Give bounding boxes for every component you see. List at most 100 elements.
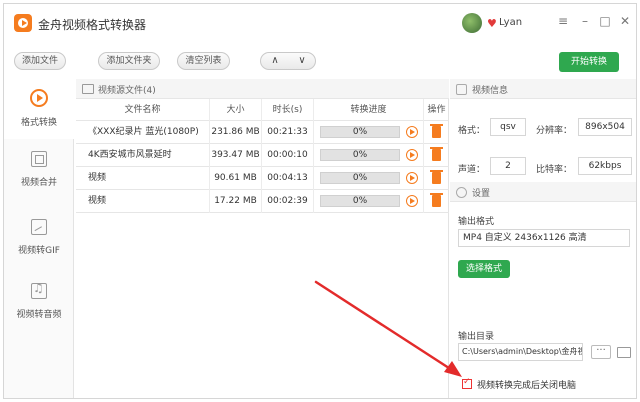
format-value: qsv: [490, 118, 526, 136]
file-list-pane: 视频源文件(4) 文件名称 大小 时长(s) 转换进度 操作 《XXX纪录片 蓝…: [76, 79, 449, 398]
column-header-actions: 操作: [427, 105, 446, 115]
delete-icon[interactable]: [430, 124, 443, 138]
table-header: 文件名称 大小 时长(s) 转换进度 操作: [76, 99, 449, 121]
sidebar-item-label: 格式转换: [20, 118, 57, 128]
output-dir-label: 输出目录: [458, 332, 495, 342]
app-window: 金舟视频格式转换器 ♥ Lyan ≡ – □ ✕ 添加文件 添加文件夹 清空列表…: [3, 3, 637, 399]
column-header-progress: 转换进度: [314, 99, 424, 121]
resolution-label: 分辨率：: [536, 126, 573, 136]
table-row[interactable]: 视频 17.22 MB 00:02:39 0%: [76, 190, 449, 213]
select-format-button[interactable]: 选择格式: [458, 260, 510, 278]
sidebar: 格式转换 视频合并 视频转GIF 视频转音频: [4, 79, 74, 398]
delete-icon[interactable]: [430, 193, 443, 207]
video-info-title: 视频信息: [472, 86, 509, 96]
format-label: 格式：: [458, 126, 486, 136]
shutdown-checkbox[interactable]: [462, 377, 472, 389]
vip-heart-icon: ♥: [487, 17, 497, 30]
table-row[interactable]: 视频 90.61 MB 00:04:13 0%: [76, 167, 449, 190]
delete-icon[interactable]: [430, 147, 443, 161]
format-convert-icon: [30, 89, 48, 107]
bitrate-label: 比特率：: [536, 165, 573, 175]
file-name: 4K西安城市风景延时: [76, 144, 210, 167]
sidebar-item-video-gif[interactable]: 视频转GIF: [4, 213, 74, 273]
settings-header: 设置: [450, 182, 636, 202]
file-list-header: 视频源文件(4): [76, 79, 449, 99]
video-gif-icon: [31, 219, 47, 235]
play-icon[interactable]: [406, 126, 418, 138]
sidebar-item-label: 视频转GIF: [18, 246, 60, 256]
file-table: 文件名称 大小 时长(s) 转换进度 操作 《XXX纪录片 蓝光(1080P) …: [76, 99, 449, 213]
progress-cell: 0%: [314, 144, 424, 167]
progress-label: 0%: [352, 196, 368, 206]
file-name: 视频: [76, 190, 210, 213]
progress-label: 0%: [352, 127, 368, 137]
file-list-title: 视频源文件(4): [98, 86, 156, 96]
sidebar-item-format-convert[interactable]: 格式转换: [4, 79, 74, 139]
video-merge-icon: [31, 151, 47, 167]
title-bar: 金舟视频格式转换器 ♥ Lyan ≡ – □ ✕: [4, 4, 636, 44]
column-header-size: 大小: [210, 99, 262, 121]
play-icon[interactable]: [406, 195, 418, 207]
output-format-field[interactable]: MP4 自定义 2436x1126 高清: [458, 229, 630, 247]
app-title: 金舟视频格式转换器: [38, 18, 147, 32]
start-convert-button[interactable]: 开始转换: [559, 52, 619, 72]
column-header-name: 文件名称: [76, 99, 210, 121]
file-duration: 00:04:13: [262, 167, 314, 190]
file-size: 17.22 MB: [210, 190, 262, 213]
output-dir-field[interactable]: C:\Users\admin\Desktop\金舟视: [458, 343, 583, 361]
toolbar: 添加文件 添加文件夹 清空列表 ∧ ∨ 开始转换: [4, 47, 636, 79]
user-avatar[interactable]: [462, 13, 482, 33]
video-info-header: 视频信息: [450, 79, 636, 99]
username[interactable]: Lyan: [499, 17, 522, 28]
maximize-button[interactable]: □: [598, 14, 612, 28]
close-button[interactable]: ✕: [618, 14, 632, 28]
file-size: 231.86 MB: [210, 121, 262, 144]
add-folder-button[interactable]: 添加文件夹: [98, 52, 160, 70]
bitrate-value: 62kbps: [578, 157, 632, 175]
column-header-duration: 时长(s): [262, 99, 314, 121]
file-name: 《XXX纪录片 蓝光(1080P): [76, 121, 210, 144]
menu-icon[interactable]: ≡: [556, 14, 570, 28]
sidebar-item-label: 视频合并: [20, 178, 57, 188]
progress-bar: 0%: [320, 126, 400, 138]
progress-bar: 0%: [320, 149, 400, 161]
info-icon: [456, 84, 467, 95]
progress-cell: 0%: [314, 190, 424, 213]
file-size: 90.61 MB: [210, 167, 262, 190]
progress-bar: 0%: [320, 195, 400, 207]
minimize-button[interactable]: –: [578, 14, 592, 28]
progress-label: 0%: [352, 173, 368, 183]
folder-icon: [82, 84, 94, 94]
right-pane: 视频信息 格式： qsv 分辨率： 896x504 声道： 2 比特率： 62k…: [450, 79, 636, 398]
actions-cell: [424, 144, 449, 167]
play-icon[interactable]: [406, 172, 418, 184]
gear-icon: [456, 187, 467, 198]
clear-list-button[interactable]: 清空列表: [177, 52, 230, 70]
progress-label: 0%: [352, 150, 368, 160]
table-row[interactable]: 4K西安城市风景延时 393.47 MB 00:00:10 0%: [76, 144, 449, 167]
delete-icon[interactable]: [430, 170, 443, 184]
move-down-button[interactable]: ∨: [288, 53, 316, 69]
actions-cell: [424, 121, 449, 144]
file-duration: 00:02:39: [262, 190, 314, 213]
resolution-value: 896x504: [578, 118, 632, 136]
actions-cell: [424, 190, 449, 213]
shutdown-label: 视频转换完成后关闭电脑: [477, 381, 577, 391]
app-logo-icon: [14, 14, 32, 32]
sidebar-item-video-merge[interactable]: 视频合并: [4, 145, 74, 205]
progress-cell: 0%: [314, 121, 424, 144]
file-duration: 00:21:33: [262, 121, 314, 144]
file-duration: 00:00:10: [262, 144, 314, 167]
play-icon[interactable]: [406, 149, 418, 161]
channel-label: 声道：: [458, 165, 486, 175]
add-file-button[interactable]: 添加文件: [14, 52, 66, 70]
open-folder-icon[interactable]: [617, 347, 631, 358]
table-row[interactable]: 《XXX纪录片 蓝光(1080P) 231.86 MB 00:21:33 0%: [76, 121, 449, 144]
sidebar-item-video-audio[interactable]: 视频转音频: [4, 277, 74, 337]
move-up-button[interactable]: ∧: [261, 53, 289, 69]
output-format-label: 输出格式: [458, 217, 495, 227]
browse-more-button[interactable]: ···: [591, 345, 611, 359]
settings-title: 设置: [472, 189, 491, 199]
reorder-buttons: ∧ ∨: [260, 52, 316, 70]
file-name: 视频: [76, 167, 210, 190]
